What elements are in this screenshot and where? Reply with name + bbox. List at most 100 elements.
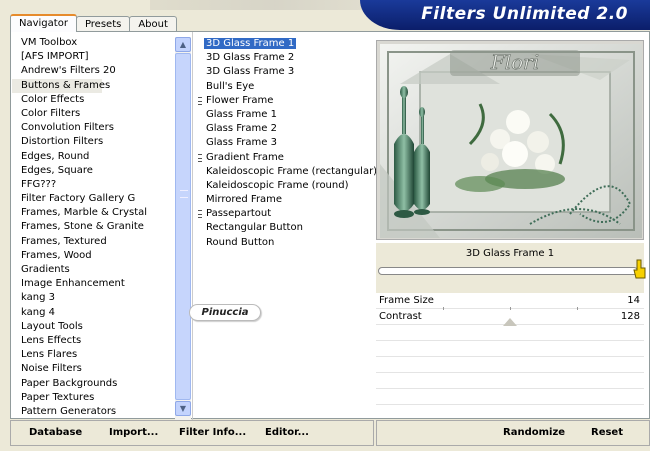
editor-button[interactable]: Editor... [265,427,309,438]
editor-label: Editor... [265,427,309,438]
preview-overlay-text: Flori [490,50,539,74]
category-item[interactable]: Pattern Generators [12,405,174,419]
empty-param-row [376,341,644,357]
randomize-button[interactable]: Randomize [503,427,565,438]
parameter-slider[interactable] [378,267,638,275]
reset-button[interactable]: Reset [591,427,623,438]
category-item[interactable]: Gradients [12,263,174,277]
filter-item[interactable]: Glass Frame 3 [198,136,378,150]
filter-item-label: Mirrored Frame [206,194,283,206]
scroll-thumb[interactable] [175,53,191,400]
import-button[interactable]: Import... [109,427,158,438]
bottom-button-bar: Database Import... Filter Info... Editor… [10,420,650,446]
category-item[interactable]: Paper Backgrounds [12,377,174,391]
filter-item-label: 3D Glass Frame 3 [206,66,295,78]
filter-list[interactable]: 3D Glass Frame 1 3D Glass Frame 2 3D Glass… [198,37,378,297]
filters-unlimited-window: Filters Unlimited 2.0 Navigator Presets … [0,0,650,451]
filter-item[interactable]: 3D Glass Frame 3 [198,65,378,79]
category-item[interactable]: Frames, Marble & Crystal [12,206,174,220]
category-item[interactable]: Distortion Filters [12,135,174,149]
database-button[interactable]: Database [29,427,82,438]
param-label: Contrast [379,311,422,322]
category-item[interactable]: Edges, Round [12,150,174,164]
empty-param-row [376,389,644,405]
category-item[interactable]: Color Filters [12,107,174,121]
filter-item[interactable]: 3D Glass Frame 1 [198,37,378,51]
param-value: 14 [627,295,640,306]
category-item[interactable]: Andrew's Filters 20 [12,64,174,78]
category-item[interactable]: Filter Factory Gallery G [12,192,174,206]
category-scrollbar[interactable]: ▲ ▼ [175,37,191,420]
filter-item[interactable]: Mirrored Frame [198,193,378,207]
empty-param-row [376,405,644,421]
filter-item[interactable]: Round Button [198,236,378,250]
filter-item-label: Gradient Frame [206,151,284,163]
preview-artwork: Flori [380,44,642,238]
empty-param-row [376,325,644,341]
category-item[interactable]: Lens Flares [12,348,174,362]
filter-item-label: Glass Frame 2 [206,123,277,135]
category-item[interactable]: Frames, Stone & Granite [12,220,174,234]
filter-item[interactable]: Bull's Eye [198,80,378,94]
slider-marker [503,318,517,326]
category-item[interactable]: Frames, Textured [12,235,174,249]
filter-item[interactable]: Gradient Frame [198,151,378,165]
filter-item-label: Glass Frame 1 [206,108,277,120]
category-item[interactable]: [AFS IMPORT] [12,50,174,64]
param-label: Frame Size [379,295,434,306]
category-item[interactable]: Frames, Wood [12,249,174,263]
param-row-frame-size[interactable]: Frame Size 14 [376,293,644,310]
category-item[interactable]: Color Effects [12,93,174,107]
import-label: Import... [109,427,159,438]
filter-item-label: Rectangular Button [206,222,303,234]
filter-info-button[interactable]: Filter Info... [179,427,246,438]
filter-item[interactable]: Glass Frame 1 [198,108,378,122]
scroll-down-button[interactable]: ▼ [175,401,191,416]
category-item[interactable]: VM Toolbox [12,36,174,50]
empty-param-row [376,357,644,373]
chevron-down-icon: ▼ [179,404,187,413]
param-row-contrast[interactable]: Contrast 128 [376,309,644,326]
category-item[interactable]: Edges, Square [12,164,174,178]
filter-item-label: Kaleidoscopic Frame (rectangular) [206,165,378,177]
category-item[interactable]: Noise Filters [12,362,174,376]
scroll-up-button[interactable]: ▲ [175,37,191,52]
category-item[interactable]: FFG??? [12,178,174,192]
filter-item-label: Round Button [206,236,275,248]
tab-about[interactable]: About [129,16,177,32]
filter-item[interactable]: Kaleidoscopic Frame (round) [198,179,378,193]
category-item[interactable]: Lens Effects [12,334,174,348]
right-button-group: Randomize Reset [376,420,650,446]
filter-item-label: 3D Glass Frame 1 [204,38,297,49]
group-grip-icon [198,210,202,219]
tab-presets[interactable]: Presets [75,16,131,32]
category-item[interactable]: kang 3 [12,291,174,305]
list-divider [192,32,193,420]
randomize-label: Randomize [503,427,566,438]
category-item[interactable]: Layout Tools [12,320,174,334]
group-grip-icon [198,96,202,105]
preview-panel: Flori [376,40,644,240]
filter-item[interactable]: 3D Glass Frame 2 [198,51,378,65]
category-item[interactable]: Buttons & Frames [12,78,110,93]
preview-image: Flori [380,44,642,238]
category-item[interactable]: Convolution Filters [12,121,174,135]
category-list[interactable]: VM Toolbox [AFS IMPORT] Andrew's Filters 2… [12,36,174,419]
filter-item-label: Flower Frame [206,94,274,106]
category-item[interactable]: Paper Textures [12,391,174,405]
app-title: Filters Unlimited 2.0 [421,4,628,24]
filter-item[interactable]: Kaleidoscopic Frame (rectangular) [198,165,378,179]
category-item[interactable]: Image Enhancement [12,277,174,291]
filter-item[interactable]: Flower Frame [198,94,378,108]
filter-item[interactable]: Glass Frame 2 [198,122,378,136]
title-banner: Filters Unlimited 2.0 [360,0,650,30]
parameters-panel: 3D Glass Frame 1 Frame Size 14 Contrast … [376,243,646,421]
tab-navigator[interactable]: Navigator [10,14,77,32]
filter-item-label: 3D Glass Frame 2 [206,52,295,64]
filter-item-label: Kaleidoscopic Frame (round) [206,179,349,191]
empty-param-row [376,373,644,389]
filter-item[interactable]: Rectangular Button [198,221,378,235]
left-button-group: Database Import... Filter Info... Editor… [10,420,374,446]
category-item[interactable]: kang 4 [12,306,174,320]
filter-item[interactable]: Passepartout [198,207,378,221]
